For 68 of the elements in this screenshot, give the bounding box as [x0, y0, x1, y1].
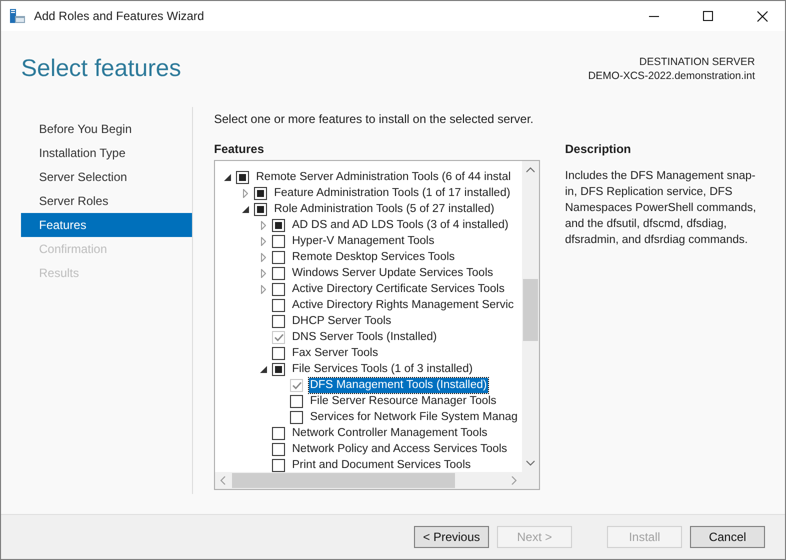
server-wizard-icon — [9, 8, 26, 24]
scroll-thumb[interactable] — [523, 279, 538, 341]
feature-label[interactable]: Windows Server Update Services Tools — [291, 266, 494, 280]
scroll-up-icon[interactable] — [526, 167, 535, 173]
feature-label[interactable]: Active Directory Certificate Services Tools — [291, 282, 506, 296]
feature-label[interactable]: Remote Server Administration Tools (6 of 44 instal — [255, 170, 512, 184]
checkbox[interactable] — [272, 218, 285, 232]
destination-server-label: DESTINATION SERVER — [639, 56, 755, 68]
horizontal-scrollbar[interactable] — [215, 472, 522, 489]
checkbox[interactable] — [272, 266, 285, 280]
wizard-button[interactable]: Cancel — [690, 526, 765, 548]
feature-label[interactable]: Role Administration Tools (5 of 27 installed) — [273, 202, 496, 216]
expand-icon[interactable] — [260, 284, 266, 294]
feature-label[interactable]: Print and Document Services Tools — [291, 458, 472, 472]
feature-label[interactable]: Fax Server Tools — [291, 346, 380, 360]
description-text: Includes the DFS Management snap-in, DFS Replication service, DFS Namespaces PowerShell commands, and the dfsutil, dfscmd, dfsdiag, dfsradmin, and dfsrdiag commands. — [565, 169, 758, 248]
feature-label[interactable]: Remote Desktop Services Tools — [291, 250, 456, 264]
feature-label[interactable]: DHCP Server Tools — [291, 314, 392, 328]
features-heading: Features — [214, 142, 266, 158]
checkbox[interactable] — [254, 186, 267, 200]
checkbox[interactable] — [272, 362, 285, 376]
server-name: DEMO-XCS-2022.demonstration.int — [588, 70, 755, 82]
window-title: Add Roles and Features Wizard — [34, 9, 206, 23]
page-title: Select features — [21, 55, 182, 84]
checkbox[interactable] — [272, 458, 285, 472]
feature-label[interactable]: Hyper-V Management Tools — [291, 234, 436, 248]
features-tree[interactable] — [214, 160, 540, 490]
feature-label[interactable]: File Services Tools (1 of 3 installed) — [291, 362, 474, 376]
expand-icon[interactable] — [260, 252, 266, 262]
instruction-text: Select one or more features to install on the selected server. — [214, 112, 535, 128]
vertical-scrollbar[interactable] — [522, 161, 539, 489]
checkbox[interactable] — [272, 314, 285, 328]
close-icon — [756, 10, 768, 22]
checkbox[interactable] — [236, 170, 249, 184]
scroll-down-icon[interactable] — [526, 460, 535, 466]
maximize-icon — [703, 11, 713, 21]
checkbox[interactable] — [272, 298, 285, 312]
scroll-thumb[interactable] — [232, 473, 455, 488]
feature-label[interactable]: Active Directory Rights Management Servic — [291, 298, 515, 312]
checkbox[interactable] — [272, 346, 285, 360]
checkbox[interactable] — [272, 442, 285, 456]
description-heading: Description — [565, 142, 632, 158]
expand-icon[interactable] — [260, 268, 266, 278]
expand-icon[interactable] — [260, 220, 266, 230]
collapse-icon[interactable] — [224, 174, 230, 180]
expand-icon[interactable] — [260, 236, 266, 246]
expand-icon[interactable] — [242, 188, 248, 198]
wizard-button[interactable]: < Previous — [414, 526, 489, 548]
feature-label[interactable]: Network Policy and Access Services Tools — [291, 442, 508, 456]
checkbox[interactable] — [290, 410, 303, 424]
feature-label[interactable]: Services for Network File System Manag — [309, 410, 519, 424]
wizard-step[interactable]: Server Roles — [21, 189, 192, 213]
feature-label[interactable]: Feature Administration Tools (1 of 17 installed) — [273, 186, 512, 200]
checkbox[interactable] — [272, 282, 285, 296]
checkbox[interactable] — [272, 426, 285, 440]
wizard-step[interactable]: Server Selection — [21, 165, 192, 189]
wizard-step[interactable]: Before You Begin — [21, 117, 192, 141]
feature-label[interactable]: Network Controller Management Tools — [291, 426, 488, 440]
feature-label[interactable]: AD DS and AD LDS Tools (3 of 4 installed) — [291, 218, 510, 232]
collapse-icon[interactable] — [260, 366, 266, 372]
feature-label[interactable]: File Server Resource Manager Tools — [309, 394, 498, 408]
wizard-step[interactable]: Installation Type — [21, 141, 192, 165]
checkbox[interactable] — [254, 202, 267, 216]
checkbox[interactable] — [272, 234, 285, 248]
collapse-icon[interactable] — [242, 206, 248, 212]
wizard-step[interactable]: Features — [21, 213, 192, 237]
checkbox[interactable] — [272, 250, 285, 264]
checkbox[interactable] — [290, 394, 303, 408]
